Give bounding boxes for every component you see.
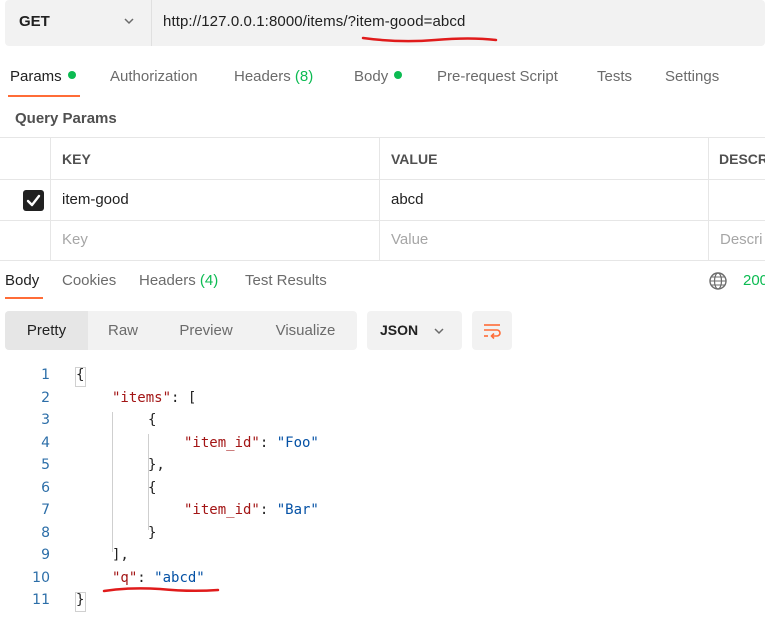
bracket-match-highlight: [75, 367, 86, 387]
active-response-tab-indicator: [5, 297, 43, 299]
bracket-match-highlight: [75, 592, 86, 612]
param-key-field[interactable]: item-good: [62, 191, 129, 208]
params-indicator-dot: [67, 71, 76, 79]
table-divider: [0, 137, 765, 138]
line-number: 11: [32, 592, 50, 608]
indent-guide: [148, 434, 149, 530]
headers-count: (8): [294, 68, 314, 85]
code-line: {: [148, 412, 156, 428]
json-key: "items": [112, 389, 172, 406]
annotation-underline-q: [102, 587, 220, 593]
format-label: JSON: [380, 322, 419, 338]
response-headers-count: (4): [199, 272, 219, 289]
json-punctuation: ],: [112, 547, 129, 563]
response-body-editor[interactable]: 1{2 "items": [3{4 "item_id": "Foo" 5}, 6{7 "i…: [0, 364, 765, 614]
json-punctuation: :: [259, 502, 277, 518]
tab-response-body[interactable]: Body: [5, 272, 39, 289]
query-params-title: Query Params: [15, 110, 117, 127]
code-line: },: [148, 457, 165, 473]
chevron-down-icon: [434, 328, 444, 335]
json-string: "Bar": [276, 502, 319, 518]
code-line: }: [148, 525, 156, 541]
tab-cookies[interactable]: Cookies: [62, 272, 116, 289]
json-punctuation: {: [148, 412, 157, 428]
status-code[interactable]: 200: [743, 272, 765, 289]
request-tabs: Params Authorization Headers (8) Body Pr…: [0, 62, 765, 96]
view-mode-pretty[interactable]: Pretty: [5, 311, 88, 350]
param-value-field[interactable]: abcd: [391, 191, 424, 208]
line-number: 6: [41, 479, 50, 496]
new-param-description-field[interactable]: Descri: [720, 231, 763, 248]
code-line: ],: [112, 547, 129, 563]
wrap-lines-icon: [484, 324, 501, 340]
check-icon: [26, 194, 41, 207]
table-divider: [0, 220, 765, 221]
tab-headers-label: Headers: [234, 68, 291, 85]
body-indicator-dot: [394, 71, 403, 79]
json-punctuation: }: [148, 524, 157, 541]
annotation-underline-url: [361, 36, 498, 43]
tab-response-headers-label: Headers: [139, 272, 196, 289]
new-param-value-field[interactable]: Value: [391, 231, 428, 248]
tab-tests[interactable]: Tests: [597, 68, 632, 85]
tab-body[interactable]: Body: [354, 68, 403, 85]
tab-body-label: Body: [354, 68, 389, 85]
column-divider: [708, 137, 709, 261]
line-number: 2: [41, 389, 50, 406]
json-punctuation: },: [148, 457, 165, 473]
tab-params-label: Params: [10, 68, 62, 85]
method-label: GET: [19, 13, 50, 30]
line-number: 3: [41, 412, 50, 428]
code-line: "items": [: [112, 390, 196, 406]
globe-icon[interactable]: [708, 271, 728, 291]
line-number: 9: [41, 547, 50, 563]
line-number: 10: [32, 569, 50, 586]
response-tabs: Body Cookies Headers (4) Test Results: [0, 262, 765, 298]
new-param-key-field[interactable]: Key: [62, 231, 88, 248]
line-number: 4: [41, 434, 50, 451]
tab-headers[interactable]: Headers (8): [234, 68, 313, 85]
param-enabled-checkbox[interactable]: [23, 190, 44, 211]
column-divider: [50, 137, 51, 261]
tab-test-results[interactable]: Test Results: [245, 272, 327, 289]
active-tab-indicator: [8, 95, 80, 97]
line-number: 1: [41, 367, 50, 383]
line-number: 8: [41, 524, 50, 541]
indent-guide: [112, 412, 113, 552]
table-divider: [0, 179, 765, 180]
view-mode-preview[interactable]: Preview: [158, 311, 254, 350]
format-select[interactable]: JSON: [367, 311, 462, 350]
method-select[interactable]: GET: [5, 0, 152, 46]
line-number: 5: [41, 457, 50, 473]
json-punctuation: : [: [171, 389, 197, 406]
json-punctuation: {: [148, 479, 157, 496]
code-line: {: [148, 480, 156, 496]
tab-settings[interactable]: Settings: [665, 68, 719, 85]
tab-params[interactable]: Params: [10, 68, 76, 85]
code-line: "item_id": "Foo": [184, 435, 319, 451]
table-divider: [0, 260, 765, 261]
code-line: "item_id": "Bar": [184, 502, 319, 518]
json-key: "item_id": [184, 502, 260, 518]
json-punctuation: :: [259, 434, 277, 451]
column-header-value: VALUE: [391, 151, 438, 167]
tab-prerequest-script[interactable]: Pre-request Script: [437, 68, 558, 85]
json-string: "Foo": [276, 434, 319, 451]
line-number: 7: [41, 502, 50, 518]
view-mode-visualize[interactable]: Visualize: [254, 311, 357, 350]
column-divider: [379, 137, 380, 261]
wrap-lines-button[interactable]: [472, 311, 512, 350]
json-key: "item_id": [184, 434, 260, 451]
url-input[interactable]: http://127.0.0.1:8000/items/?item-good=a…: [163, 13, 465, 30]
tab-response-headers[interactable]: Headers (4): [139, 272, 218, 289]
column-header-description: DESCR: [719, 151, 765, 167]
column-header-key: KEY: [62, 151, 91, 167]
tab-authorization[interactable]: Authorization: [110, 68, 198, 85]
chevron-down-icon: [124, 18, 134, 25]
view-mode-raw[interactable]: Raw: [88, 311, 158, 350]
view-mode-selector: Pretty Raw Preview Visualize: [5, 311, 357, 350]
